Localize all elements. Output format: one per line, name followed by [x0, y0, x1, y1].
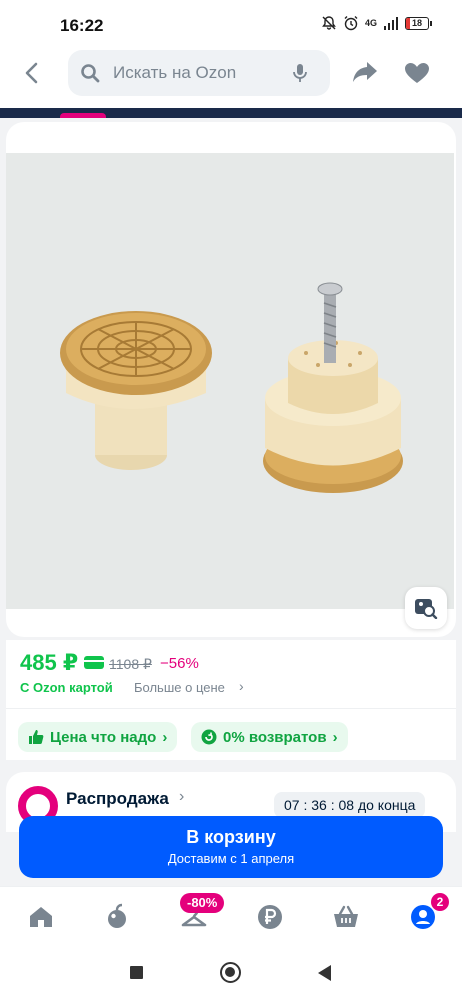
- fresh-icon[interactable]: [103, 903, 131, 931]
- home-icon[interactable]: [27, 903, 55, 931]
- banner-badge: [60, 113, 106, 118]
- ruble-icon[interactable]: [256, 903, 284, 931]
- search-input[interactable]: Искать на Ozon: [68, 50, 330, 96]
- home-button-icon[interactable]: [220, 962, 241, 983]
- alarm-icon: [344, 16, 358, 31]
- profile-badge: 2: [431, 893, 449, 911]
- chevron-right-icon: ›: [239, 678, 244, 694]
- return-icon: [201, 729, 217, 745]
- heart-icon[interactable]: [404, 62, 430, 84]
- back-triangle-icon[interactable]: [318, 965, 331, 981]
- ozon-card-icon: [84, 656, 104, 669]
- price-old: 1108 ₽: [109, 656, 152, 672]
- search-icon: [81, 64, 100, 83]
- chip-free-returns[interactable]: 0% возвратов ›: [191, 722, 348, 752]
- recents-icon[interactable]: [130, 966, 143, 979]
- network-label: 4G: [364, 18, 377, 28]
- chevron-right-icon: ›: [179, 788, 185, 805]
- sale-timer: 07 : 36 : 08 до конца: [274, 792, 426, 818]
- price-current: 485 ₽: [20, 650, 79, 675]
- status-icons: 4G 18: [321, 15, 432, 31]
- add-to-cart-label: В корзину: [186, 827, 276, 847]
- image-search-icon: [415, 599, 438, 619]
- discount-badge: −56%: [160, 655, 199, 672]
- product-photo[interactable]: [6, 153, 454, 609]
- delivery-date: Доставим с 1 апреля: [167, 851, 295, 866]
- battery-level: 18: [411, 17, 422, 28]
- signal-icon: [384, 17, 398, 30]
- top-bar: Искать на Ozon: [0, 50, 462, 108]
- sale-title: Распродажа: [66, 789, 169, 808]
- chevron-right-icon: ›: [162, 728, 168, 746]
- mute-icon: [322, 16, 336, 30]
- product-image: [60, 282, 403, 493]
- back-arrow-icon[interactable]: [20, 60, 46, 86]
- bottom-nav: -80% 2: [0, 886, 462, 946]
- share-icon[interactable]: [352, 60, 378, 84]
- visual-search-button[interactable]: [405, 587, 447, 629]
- thumbs-up-icon: [29, 730, 44, 744]
- microphone-icon[interactable]: [292, 63, 308, 83]
- chip-label: 0% возвратов: [223, 728, 327, 746]
- discount-nav-badge: -80%: [180, 893, 225, 913]
- search-placeholder: Искать на Ozon: [113, 63, 237, 82]
- status-time: 16:22: [60, 16, 104, 35]
- system-nav-bar: [0, 946, 462, 1000]
- ozon-card-label: С Ozon картой: [20, 680, 113, 695]
- price-section: 485 ₽ 1108 ₽ −56% С Ozon картой Больше о…: [6, 640, 456, 760]
- promo-banner[interactable]: [0, 108, 462, 118]
- battery-icon: 18: [405, 16, 432, 30]
- add-to-cart-button[interactable]: В корзину Доставим с 1 апреля: [19, 816, 443, 878]
- chip-label: Цена что надо: [50, 728, 157, 746]
- chevron-right-icon: ›: [332, 728, 338, 746]
- chip-good-price[interactable]: Цена что надо ›: [18, 722, 178, 752]
- status-bar: 16:22 4G 18: [0, 0, 462, 50]
- price-details-link[interactable]: Больше о цене: [134, 680, 225, 695]
- cart-icon[interactable]: [332, 903, 360, 931]
- divider: [6, 708, 456, 709]
